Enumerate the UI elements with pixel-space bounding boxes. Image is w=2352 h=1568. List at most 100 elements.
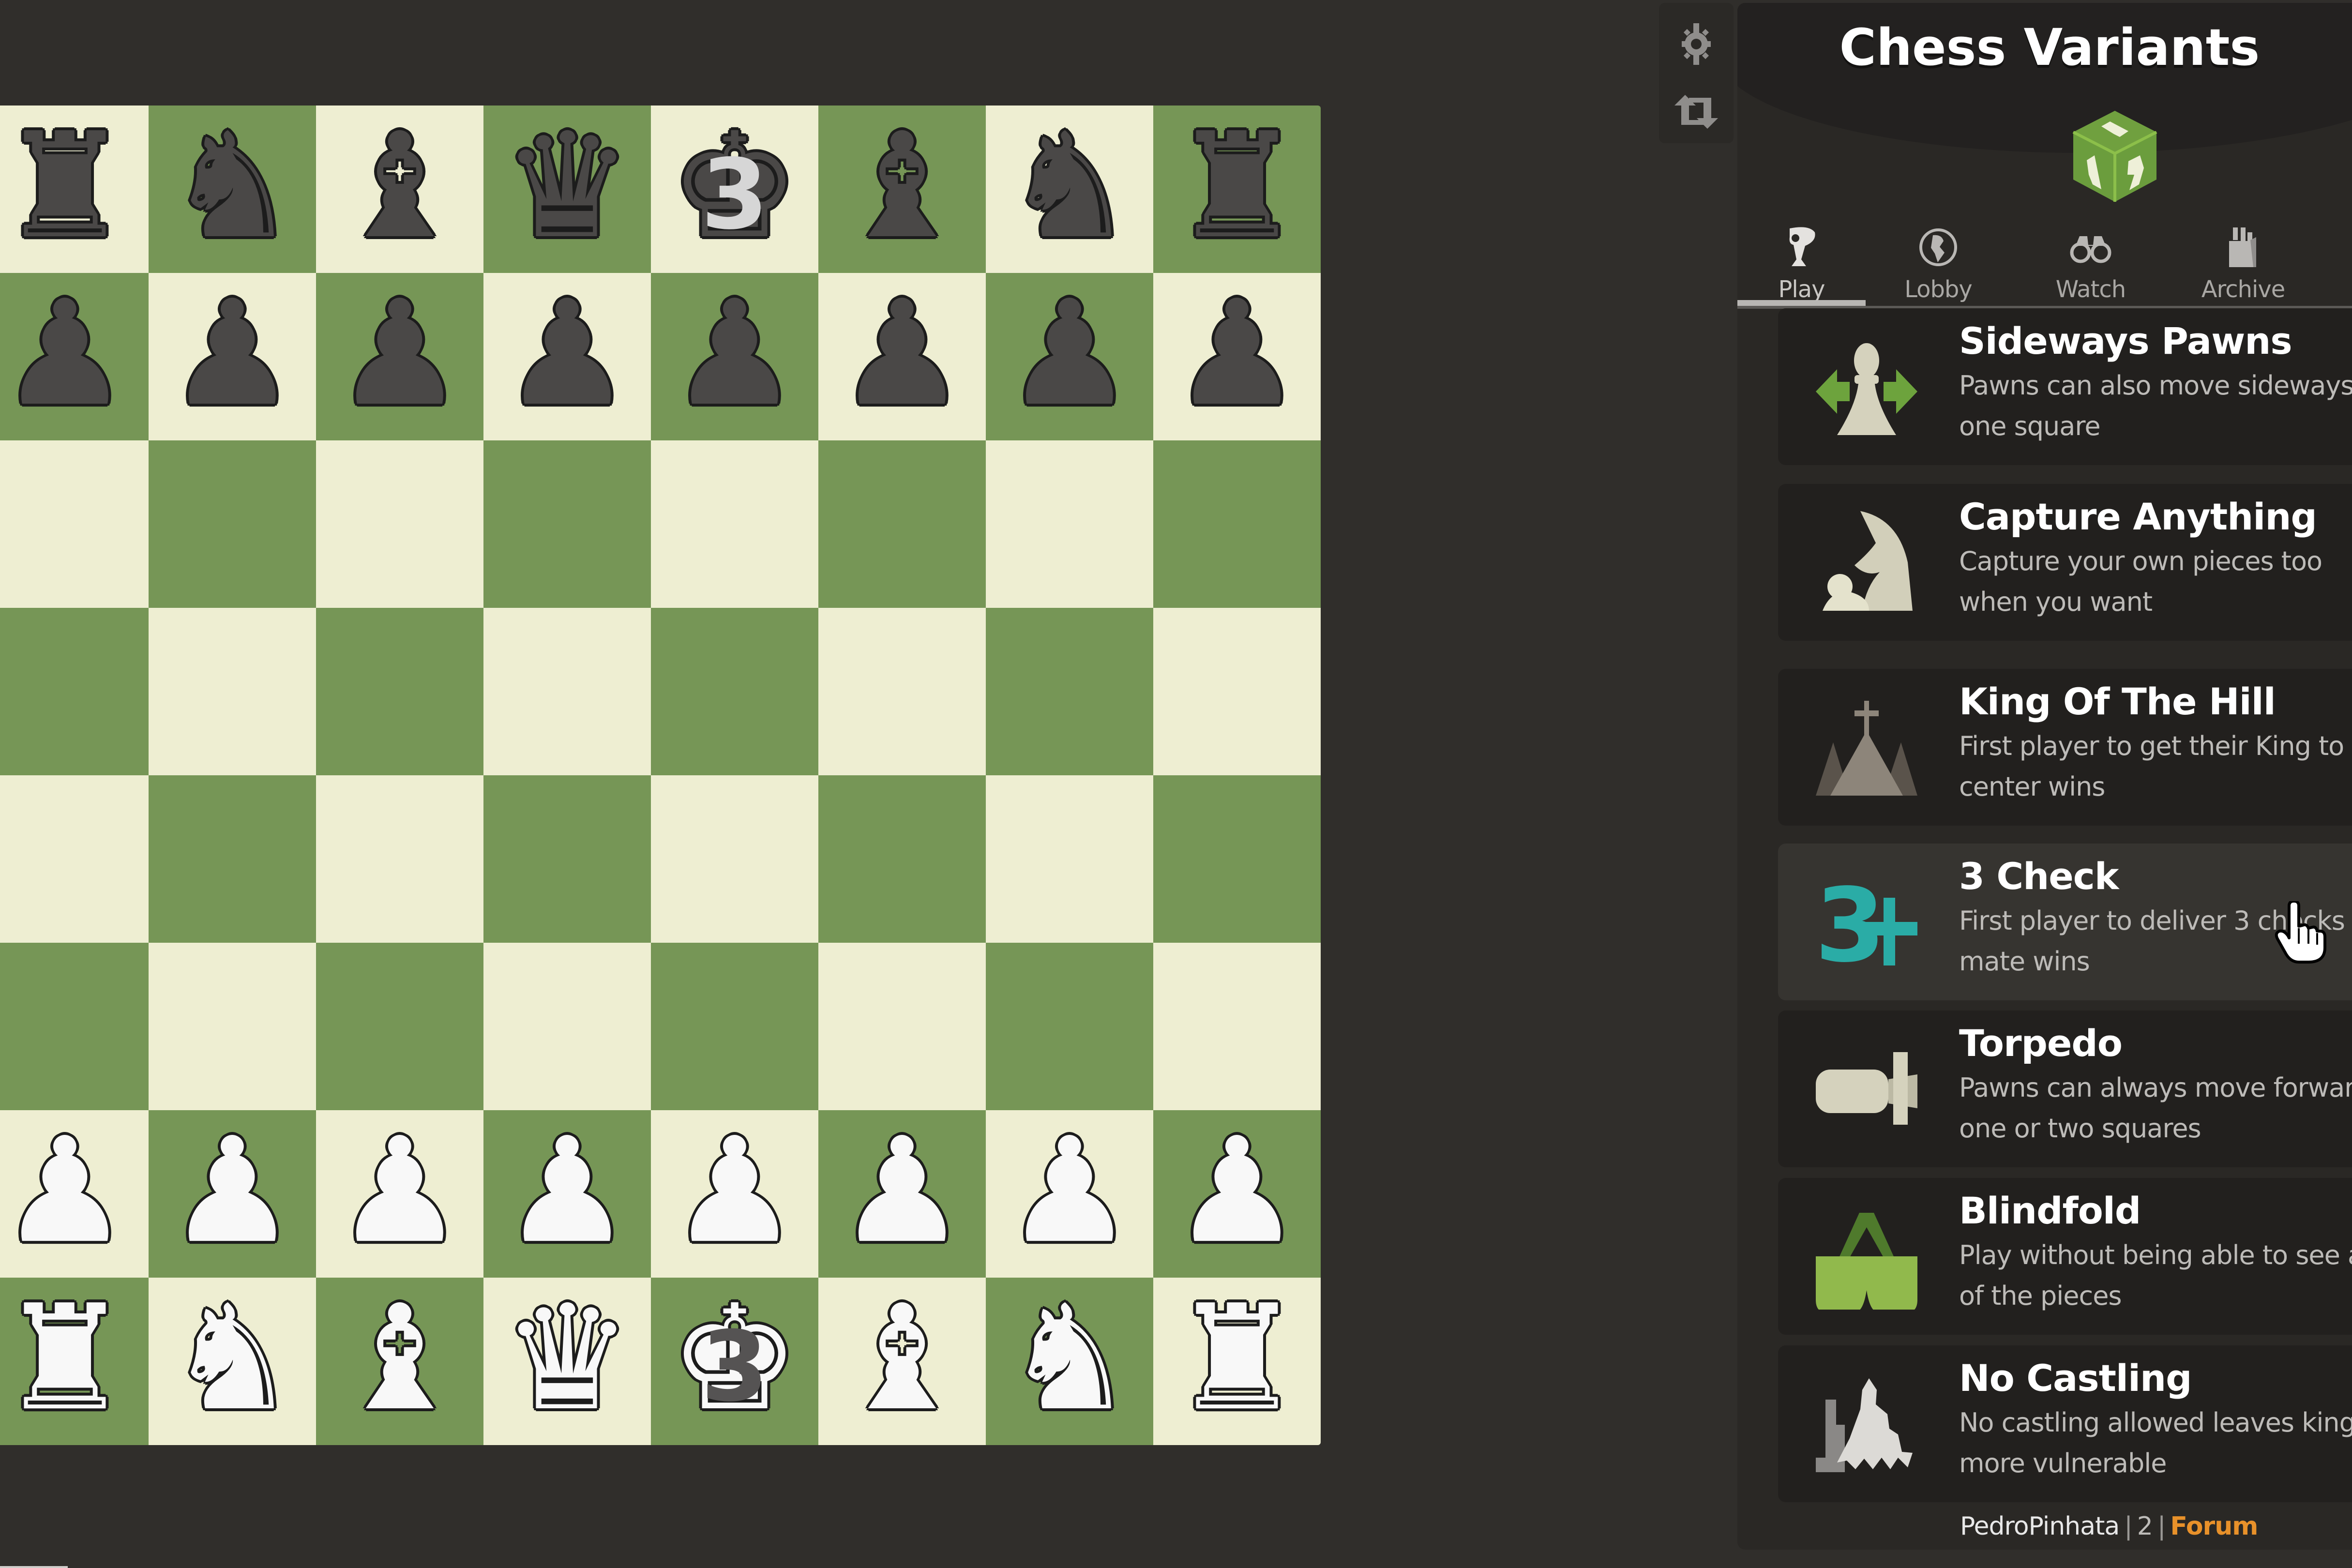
square-c3[interactable] (316, 943, 483, 1110)
square-a5[interactable] (0, 608, 149, 775)
square-e1[interactable]: ♚ 3 (651, 1278, 818, 1445)
square-h4[interactable] (1153, 775, 1321, 943)
square-a6[interactable] (0, 440, 149, 608)
square-d8[interactable]: ♛ (483, 106, 651, 273)
square-f7[interactable]: ♟ (818, 273, 986, 440)
square-a3[interactable] (0, 943, 149, 1110)
square-h5[interactable] (1153, 608, 1321, 775)
variant-card-capture-anything[interactable]: Capture Anything Capture your own pieces… (1778, 484, 2352, 641)
black-pawn-piece[interactable]: ♟ (335, 281, 465, 426)
forum-link[interactable]: Forum (2170, 1512, 2258, 1541)
square-f2[interactable]: ♟ (818, 1110, 986, 1278)
square-g7[interactable]: ♟ (986, 273, 1153, 440)
square-a2[interactable]: ♟ (0, 1110, 149, 1278)
white-rook-piece[interactable]: ♜ (1172, 1286, 1302, 1431)
square-b7[interactable]: ♟ (149, 273, 316, 440)
variant-card-king-of-the-hill[interactable]: King Of The Hill First player to get the… (1778, 669, 2352, 826)
black-bishop-piece[interactable]: ♝ (837, 114, 967, 259)
chess-board[interactable]: ♜ ♞ ♝ ♛ ♚ 3 ♝ ♞ ♜ ♟ ♟ ♟ ♟ ♟ ♟ ♟ ♟ ♟ ♟ ♟ ♟ ♟ ♟ ♟ ♟ ♜ ♞ ♝ ♛ ♚ 3 ♝ ♞ ♜ (0, 106, 1321, 1445)
variant-card-blindfold[interactable]: Blindfold Play without being able to see… (1778, 1178, 2352, 1335)
square-h3[interactable] (1153, 943, 1321, 1110)
square-f3[interactable] (818, 943, 986, 1110)
square-f6[interactable] (818, 440, 986, 608)
square-e7[interactable]: ♟ (651, 273, 818, 440)
white-bishop-piece[interactable]: ♝ (335, 1286, 465, 1431)
square-e6[interactable] (651, 440, 818, 608)
tab-watch[interactable]: Watch (2028, 216, 2154, 303)
black-pawn-piece[interactable]: ♟ (1005, 281, 1135, 426)
square-g6[interactable] (986, 440, 1153, 608)
white-pawn-piece[interactable]: ♟ (0, 1118, 130, 1264)
square-c5[interactable] (316, 608, 483, 775)
white-king-piece[interactable]: ♚ (670, 1286, 800, 1431)
tab-archive[interactable]: Archive (2180, 216, 2306, 303)
square-f1[interactable]: ♝ (818, 1278, 986, 1445)
black-pawn-piece[interactable]: ♟ (0, 281, 130, 426)
white-rook-piece[interactable]: ♜ (0, 1286, 130, 1431)
black-pawn-piece[interactable]: ♟ (167, 281, 298, 426)
square-b2[interactable]: ♟ (149, 1110, 316, 1278)
square-b8[interactable]: ♞ (149, 106, 316, 273)
black-queen-piece[interactable]: ♛ (502, 114, 633, 259)
square-a7[interactable]: ♟ (0, 273, 149, 440)
square-b3[interactable] (149, 943, 316, 1110)
square-g3[interactable] (986, 943, 1153, 1110)
square-a4[interactable] (0, 775, 149, 943)
variant-card-sideways-pawns[interactable]: Sideways Pawns Pawns can also move sidew… (1778, 308, 2352, 465)
white-pawn-piece[interactable]: ♟ (502, 1118, 633, 1264)
square-g4[interactable] (986, 775, 1153, 943)
square-c1[interactable]: ♝ (316, 1278, 483, 1445)
square-d1[interactable]: ♛ (483, 1278, 651, 1445)
square-d3[interactable] (483, 943, 651, 1110)
black-pawn-piece[interactable]: ♟ (837, 281, 967, 426)
square-d5[interactable] (483, 608, 651, 775)
square-f4[interactable] (818, 775, 986, 943)
square-h1[interactable]: ♜ (1153, 1278, 1321, 1445)
square-d6[interactable] (483, 440, 651, 608)
square-e5[interactable] (651, 608, 818, 775)
variant-card-no-castling[interactable]: No Castling No castling allowed leaves k… (1778, 1345, 2352, 1502)
square-b6[interactable] (149, 440, 316, 608)
black-king-piece[interactable]: ♚ (670, 114, 800, 259)
black-rook-piece[interactable]: ♜ (0, 114, 130, 259)
white-knight-piece[interactable]: ♞ (167, 1286, 298, 1431)
square-b5[interactable] (149, 608, 316, 775)
square-d7[interactable]: ♟ (483, 273, 651, 440)
white-bishop-piece[interactable]: ♝ (837, 1286, 967, 1431)
username-link[interactable]: PedroPinhata (1960, 1512, 2120, 1541)
black-knight-piece[interactable]: ♞ (167, 114, 298, 259)
white-pawn-piece[interactable]: ♟ (670, 1118, 800, 1264)
white-pawn-piece[interactable]: ♟ (837, 1118, 967, 1264)
square-g1[interactable]: ♞ (986, 1278, 1153, 1445)
tab-lobby[interactable]: Lobby (1875, 216, 2001, 303)
square-a8[interactable]: ♜ (0, 106, 149, 273)
square-e3[interactable] (651, 943, 818, 1110)
square-g5[interactable] (986, 608, 1153, 775)
white-queen-piece[interactable]: ♛ (502, 1286, 633, 1431)
white-pawn-piece[interactable]: ♟ (167, 1118, 298, 1264)
black-bishop-piece[interactable]: ♝ (335, 114, 465, 259)
square-h8[interactable]: ♜ (1153, 106, 1321, 273)
variant-card-torpedo[interactable]: Torpedo Pawns can always move forward on… (1778, 1010, 2352, 1167)
square-c7[interactable]: ♟ (316, 273, 483, 440)
square-f5[interactable] (818, 608, 986, 775)
settings-button[interactable] (1659, 15, 1734, 73)
square-c2[interactable]: ♟ (316, 1110, 483, 1278)
square-g2[interactable]: ♟ (986, 1110, 1153, 1278)
square-d4[interactable] (483, 775, 651, 943)
black-pawn-piece[interactable]: ♟ (670, 281, 800, 426)
variant-card-3-check[interactable]: 3 3 Check First player to deliver 3 chec… (1778, 844, 2352, 1000)
square-c4[interactable] (316, 775, 483, 943)
square-d2[interactable]: ♟ (483, 1110, 651, 1278)
horizontal-scrollbar[interactable] (0, 1566, 68, 1568)
white-pawn-piece[interactable]: ♟ (1005, 1118, 1135, 1264)
square-e2[interactable]: ♟ (651, 1110, 818, 1278)
square-c6[interactable] (316, 440, 483, 608)
white-pawn-piece[interactable]: ♟ (1172, 1118, 1302, 1264)
tab-play[interactable]: Play (1737, 216, 1866, 303)
square-h2[interactable]: ♟ (1153, 1110, 1321, 1278)
square-c8[interactable]: ♝ (316, 106, 483, 273)
black-knight-piece[interactable]: ♞ (1005, 114, 1135, 259)
square-e4[interactable] (651, 775, 818, 943)
flip-board-button[interactable] (1659, 83, 1734, 141)
